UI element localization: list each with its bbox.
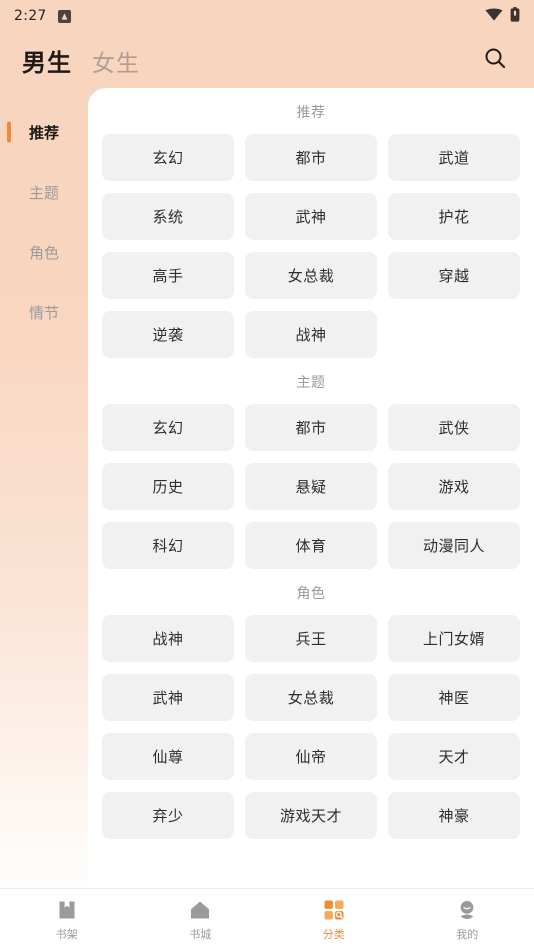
nav-item-profile[interactable]: 我的 xyxy=(401,889,534,950)
category-rail: 推荐 主题 角色 情节 xyxy=(0,88,88,888)
nav-item-bookstore[interactable]: 书城 xyxy=(134,889,268,950)
sidebar-item-plot[interactable]: 情节 xyxy=(0,282,88,342)
content-panel: 推荐 玄幻 都市 武道 系统 武神 护花 高手 女总裁 穿越 逆袭 战神 主题 玄幻 都市 武侠 历史 悬疑 游戏科… xyxy=(88,88,534,888)
tag-chip[interactable]: 体育 xyxy=(245,522,377,569)
status-bar: 2:27 xyxy=(0,0,534,32)
tag-chip[interactable]: 游戏 xyxy=(388,463,520,510)
tag-chip[interactable]: 武神 xyxy=(245,193,377,240)
home-icon xyxy=(188,898,212,922)
tag-chip[interactable]: 兵王 xyxy=(245,615,377,662)
sidebar-item-label: 主题 xyxy=(28,183,59,202)
status-bar-left: 2:27 xyxy=(14,8,71,24)
tag-grid: 战神 兵王 上门女婿武神 女总裁 神医仙尊 仙帝 天才弃少 游戏天才 神豪 xyxy=(102,615,520,839)
bookshelf-icon xyxy=(55,898,79,922)
tag-chip[interactable]: 神豪 xyxy=(388,792,520,839)
sidebar-item-theme[interactable]: 主题 xyxy=(0,162,88,222)
sidebar-item-label: 情节 xyxy=(28,303,59,322)
tag-chip[interactable]: 战神 xyxy=(102,615,234,662)
tag-chip[interactable]: 武神 xyxy=(102,674,234,721)
section-title: 主题 xyxy=(296,375,326,391)
tag-chip[interactable]: 武侠 xyxy=(388,404,520,451)
nav-item-categories[interactable]: 分类 xyxy=(267,889,401,950)
sidebar-item-label: 角色 xyxy=(28,243,59,262)
tag-chip[interactable]: 战神 xyxy=(245,311,377,358)
tag-chip[interactable]: 神医 xyxy=(388,674,520,721)
tag-grid: 玄幻 都市 武道系统 武神 护花高手 女总裁 穿越逆袭 战神 xyxy=(102,134,520,358)
tab-female[interactable]: 女生 xyxy=(92,44,140,78)
tag-chip[interactable]: 玄幻 xyxy=(102,404,234,451)
tag-chip-placeholder xyxy=(388,311,520,358)
search-icon xyxy=(483,46,507,74)
tag-chip[interactable]: 游戏天才 xyxy=(245,792,377,839)
tag-chip[interactable]: 科幻 xyxy=(102,522,234,569)
nav-item-bookshelf[interactable]: 书架 xyxy=(0,889,134,950)
tag-chip[interactable]: 仙帝 xyxy=(245,733,377,780)
tag-chip[interactable]: 系统 xyxy=(102,193,234,240)
nav-item-label: 分类 xyxy=(322,927,345,941)
profile-icon xyxy=(455,898,479,922)
tag-chip[interactable]: 武道 xyxy=(388,134,520,181)
tag-chip[interactable]: 仙尊 xyxy=(102,733,234,780)
tag-chip[interactable]: 穿越 xyxy=(388,252,520,299)
gender-tabs: 男生 女生 xyxy=(22,43,140,78)
nav-item-label: 书城 xyxy=(189,927,212,941)
sidebar-item-label: 推荐 xyxy=(28,123,59,142)
tab-male[interactable]: 男生 xyxy=(22,43,72,78)
active-indicator-bar xyxy=(7,121,11,143)
top-bar: 男生 女生 xyxy=(0,32,534,88)
nav-item-label: 书架 xyxy=(55,927,78,941)
section-title: 角色 xyxy=(296,586,326,602)
tag-chip[interactable]: 上门女婿 xyxy=(388,615,520,662)
status-bar-right xyxy=(485,6,520,26)
sidebar-item-role[interactable]: 角色 xyxy=(0,222,88,282)
wifi-icon xyxy=(485,7,503,26)
tag-chip[interactable]: 玄幻 xyxy=(102,134,234,181)
status-time: 2:27 xyxy=(14,8,47,24)
tag-chip[interactable]: 高手 xyxy=(102,252,234,299)
nav-item-label: 我的 xyxy=(456,927,479,941)
tag-chip[interactable]: 弃少 xyxy=(102,792,234,839)
tag-chip[interactable]: 护花 xyxy=(388,193,520,240)
sidebar-item-recommend[interactable]: 推荐 xyxy=(0,102,88,162)
tag-chip[interactable]: 历史 xyxy=(102,463,234,510)
search-button[interactable] xyxy=(478,43,512,77)
battery-icon xyxy=(510,6,520,26)
tag-chip[interactable]: 都市 xyxy=(245,134,377,181)
tag-chip[interactable]: 悬疑 xyxy=(245,463,377,510)
bottom-navigation: 书架 书城 分类 我的 xyxy=(0,888,534,950)
app-badge-icon xyxy=(57,9,71,23)
tag-chip[interactable]: 女总裁 xyxy=(245,252,377,299)
tag-chip[interactable]: 女总裁 xyxy=(245,674,377,721)
sections-scroll-area[interactable]: 推荐 玄幻 都市 武道 系统 武神 护花 高手 女总裁 穿越 逆袭 战神 主题 玄幻 都市 武侠 历史 悬疑 游戏科… xyxy=(88,88,534,888)
tag-chip[interactable]: 动漫同人 xyxy=(388,522,520,569)
grid-search-icon xyxy=(322,898,346,922)
tag-chip[interactable]: 都市 xyxy=(245,404,377,451)
tag-chip[interactable]: 逆袭 xyxy=(102,311,234,358)
tag-chip[interactable]: 天才 xyxy=(388,733,520,780)
section-title: 推荐 xyxy=(296,105,326,121)
tag-grid: 玄幻 都市 武侠历史 悬疑 游戏科幻 体育 动漫同人 xyxy=(102,404,520,569)
